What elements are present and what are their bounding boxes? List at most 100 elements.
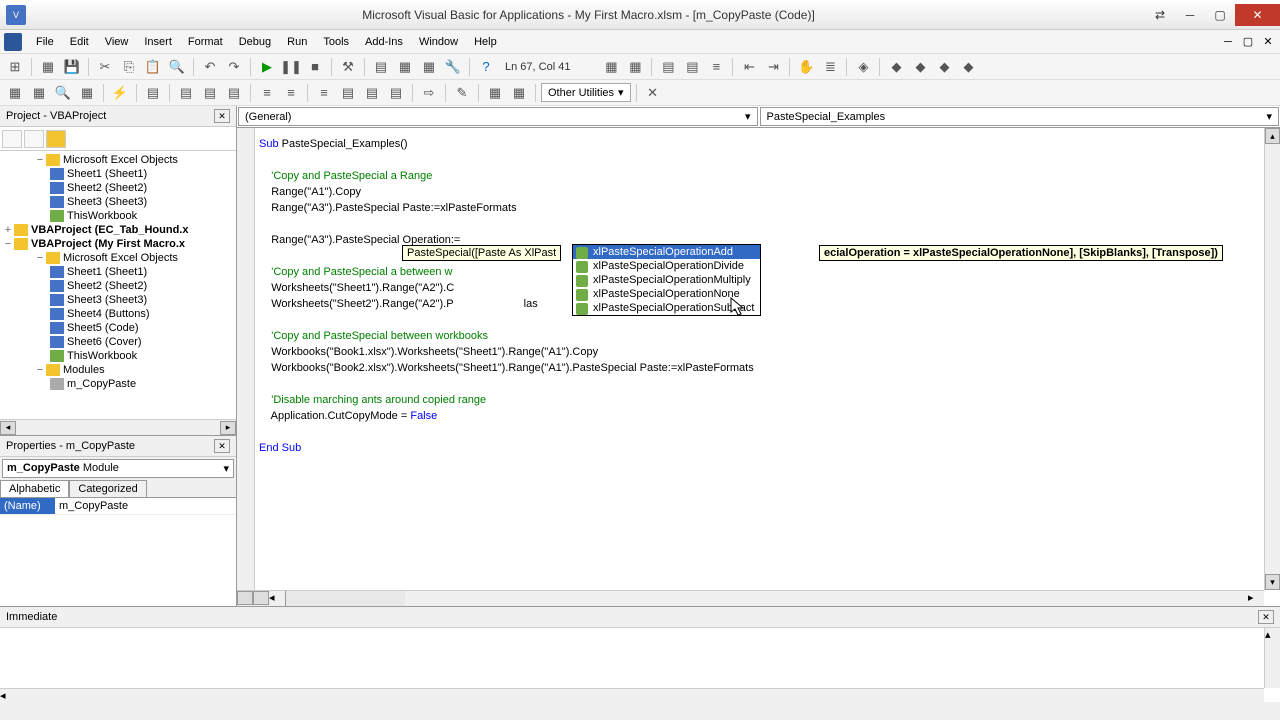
tb-icon-1[interactable]: ▦ <box>600 56 622 78</box>
tb-icon-8[interactable]: ◆ <box>933 56 955 78</box>
tree-mod1[interactable]: m_CopyPaste <box>67 378 136 390</box>
ct-icon-14[interactable]: ▤ <box>361 82 383 104</box>
project-explorer-icon[interactable]: ▤ <box>370 56 392 78</box>
ct-icon-5[interactable]: ⚡ <box>109 82 131 104</box>
view-excel-icon[interactable]: ⊞ <box>4 56 26 78</box>
minimize-button[interactable]: ─ <box>1175 4 1205 26</box>
immediate-close-button[interactable]: ✕ <box>1258 610 1274 624</box>
redo-icon[interactable]: ↷ <box>223 56 245 78</box>
project-close-button[interactable]: ✕ <box>214 109 230 123</box>
toggle-folders-icon[interactable] <box>46 130 66 148</box>
object-dropdown[interactable]: (General)▾ <box>238 107 758 126</box>
ct-icon-17[interactable]: ✎ <box>451 82 473 104</box>
intellisense-item-none[interactable]: xlPasteSpecialOperationNone <box>573 287 760 301</box>
code-hscroll-left[interactable]: ◂ <box>269 591 285 606</box>
ct-icon-19[interactable]: ▦ <box>508 82 530 104</box>
ct-icon-3[interactable]: 🔍 <box>52 82 74 104</box>
break-icon[interactable]: ❚❚ <box>280 56 302 78</box>
menu-edit[interactable]: Edit <box>62 33 97 51</box>
cut-icon[interactable]: ✂ <box>94 56 116 78</box>
ct-icon-16[interactable]: ⇨ <box>418 82 440 104</box>
tree-sheet3b[interactable]: Sheet3 (Sheet3) <box>67 294 147 306</box>
run-icon[interactable]: ▶ <box>256 56 278 78</box>
properties-close-button[interactable]: ✕ <box>214 439 230 453</box>
code-vscroll[interactable]: ▴ ▾ <box>1264 128 1280 590</box>
ct-icon-9[interactable]: ▤ <box>223 82 245 104</box>
ct-icon-11[interactable]: ≡ <box>280 82 302 104</box>
menu-debug[interactable]: Debug <box>231 33 279 51</box>
tb-icon-5[interactable]: ≡ <box>705 56 727 78</box>
copy-icon[interactable]: ⎘ <box>118 56 140 78</box>
undo-icon[interactable]: ↶ <box>199 56 221 78</box>
arrows-icon[interactable]: ⇄ <box>1145 4 1175 26</box>
maximize-button[interactable]: ▢ <box>1205 4 1235 26</box>
mdi-minimize[interactable]: ─ <box>1220 35 1236 49</box>
view-code-icon[interactable] <box>2 130 22 148</box>
ct-icon-10[interactable]: ≡ <box>256 82 278 104</box>
intellisense-item-subtract[interactable]: xlPasteSpecialOperationSubtract <box>573 301 760 315</box>
properties-object-combo[interactable]: m_CopyPaste Module▾ <box>2 459 234 478</box>
prop-name-value[interactable]: m_CopyPaste <box>55 498 236 514</box>
ct-icon-4[interactable]: ▦ <box>76 82 98 104</box>
tree-sheet1a[interactable]: Sheet1 (Sheet1) <box>67 168 147 180</box>
tree-sheet2a[interactable]: Sheet2 (Sheet2) <box>67 182 147 194</box>
immediate-input[interactable]: ▴ ◂ <box>0 628 1280 702</box>
code-editor[interactable]: Sub PasteSpecial_Examples() 'Copy and Pa… <box>237 128 1280 606</box>
code-hscroll-right[interactable]: ▸ <box>1248 591 1264 606</box>
tree-modules[interactable]: Modules <box>63 364 105 376</box>
menu-tools[interactable]: Tools <box>315 33 357 51</box>
tb-icon-6[interactable]: ◆ <box>885 56 907 78</box>
tree-sheet3a[interactable]: Sheet3 (Sheet3) <box>67 196 147 208</box>
paste-icon[interactable]: 📋 <box>142 56 164 78</box>
tree-sheet2b[interactable]: Sheet2 (Sheet2) <box>67 280 147 292</box>
help-icon[interactable]: ? <box>475 56 497 78</box>
menu-addins[interactable]: Add-Ins <box>357 33 411 51</box>
close-button[interactable]: ✕ <box>1235 4 1280 26</box>
intellisense-item-divide[interactable]: xlPasteSpecialOperationDivide <box>573 259 760 273</box>
tree-sheet6[interactable]: Sheet6 (Cover) <box>67 336 142 348</box>
tree-sheet5[interactable]: Sheet5 (Code) <box>67 322 139 334</box>
outdent-icon[interactable]: ⇤ <box>738 56 760 78</box>
reset-icon[interactable]: ■ <box>304 56 326 78</box>
intellisense-item-multiply[interactable]: xlPasteSpecialOperationMultiply <box>573 273 760 287</box>
ct-icon-20[interactable]: ✕ <box>642 82 664 104</box>
ct-icon-7[interactable]: ▤ <box>175 82 197 104</box>
ct-icon-13[interactable]: ▤ <box>337 82 359 104</box>
ct-icon-8[interactable]: ▤ <box>199 82 221 104</box>
tree-excel-objects[interactable]: Microsoft Excel Objects <box>63 154 178 166</box>
ct-icon-1[interactable]: ▦ <box>4 82 26 104</box>
view-object-icon[interactable] <box>24 130 44 148</box>
ct-icon-2[interactable]: ▦ <box>28 82 50 104</box>
tree-vba1[interactable]: VBAProject (EC_Tab_Hound.x <box>31 224 189 236</box>
find-icon[interactable]: 🔍 <box>166 56 188 78</box>
tb-icon-9[interactable]: ◆ <box>957 56 979 78</box>
toolbox-icon[interactable]: 🔧 <box>442 56 464 78</box>
menu-window[interactable]: Window <box>411 33 466 51</box>
bookmark-icon[interactable]: ◈ <box>852 56 874 78</box>
breakpoint-icon[interactable]: ✋ <box>795 56 817 78</box>
tree-hscroll-right[interactable]: ▸ <box>220 421 236 435</box>
tb-icon-2[interactable]: ▦ <box>624 56 646 78</box>
indent-icon[interactable]: ⇥ <box>762 56 784 78</box>
procedure-dropdown[interactable]: PasteSpecial_Examples▾ <box>760 107 1280 126</box>
procedure-view-icon[interactable] <box>237 591 253 605</box>
properties-icon[interactable]: ▦ <box>394 56 416 78</box>
ct-icon-12[interactable]: ≡ <box>313 82 335 104</box>
tb-icon-3[interactable]: ▤ <box>657 56 679 78</box>
tree-workbook-a[interactable]: ThisWorkbook <box>67 210 137 222</box>
tree-workbook-b[interactable]: ThisWorkbook <box>67 350 137 362</box>
insert-module-icon[interactable]: ▦ <box>37 56 59 78</box>
full-module-view-icon[interactable] <box>253 591 269 605</box>
menu-view[interactable]: View <box>97 33 137 51</box>
project-tree[interactable]: −Microsoft Excel Objects Sheet1 (Sheet1)… <box>0 151 236 419</box>
immediate-vscroll[interactable]: ▴ <box>1264 628 1280 688</box>
menu-insert[interactable]: Insert <box>136 33 180 51</box>
tb-icon-7[interactable]: ◆ <box>909 56 931 78</box>
menu-format[interactable]: Format <box>180 33 231 51</box>
intellisense-list[interactable]: xlPasteSpecialOperationAdd xlPasteSpecia… <box>572 244 761 316</box>
mdi-close[interactable]: ✕ <box>1260 35 1276 49</box>
tb-icon-4[interactable]: ▤ <box>681 56 703 78</box>
props-tab-alphabetic[interactable]: Alphabetic <box>0 480 69 497</box>
save-icon[interactable]: 💾 <box>61 56 83 78</box>
design-mode-icon[interactable]: ⚒ <box>337 56 359 78</box>
